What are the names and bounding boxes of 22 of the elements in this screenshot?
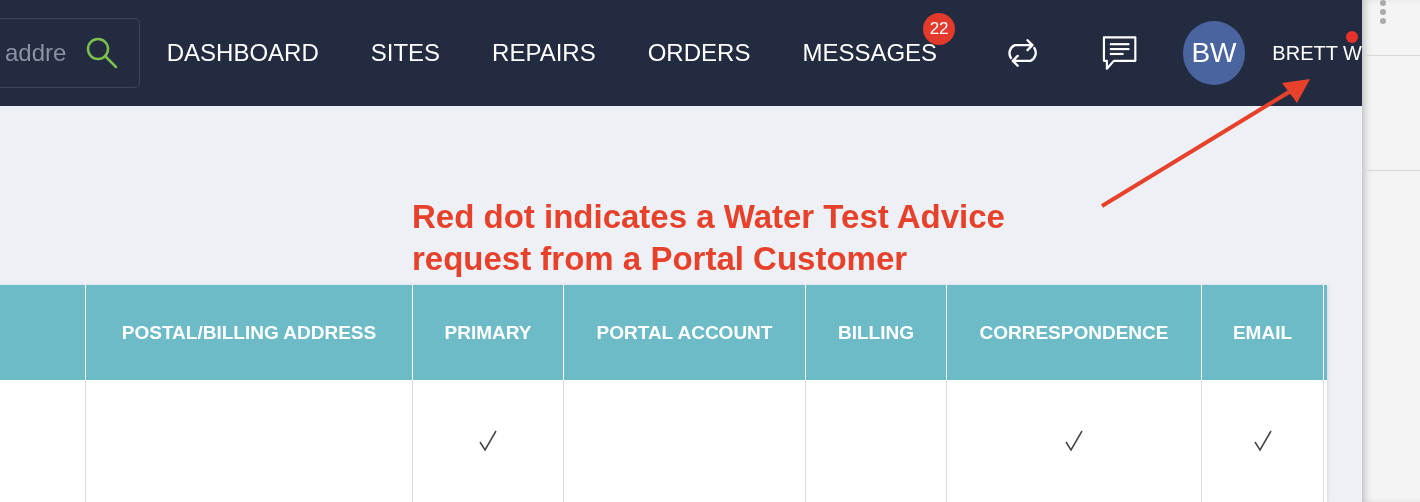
chat-icon[interactable]: [1101, 34, 1139, 72]
count-badge: 22: [923, 13, 956, 45]
search-box[interactable]: addre: [0, 18, 140, 88]
user-avatar[interactable]: BW: [1182, 21, 1246, 85]
column-header: PORTAL ACCOUNT: [564, 285, 806, 380]
checkmark-icon: [1065, 430, 1083, 452]
column-header: CORRESPONDENCE: [947, 285, 1202, 380]
annotation-text: request from a Portal Customer: [412, 239, 909, 279]
search-icon[interactable]: [85, 36, 119, 70]
user-name[interactable]: BRETT W: [1272, 41, 1362, 65]
column-header: POSTAL/BILLING ADDRESS: [86, 285, 413, 380]
checkmark-icon: [479, 430, 497, 452]
annotation-text: Red dot indicates a Water Test Advice: [412, 197, 1005, 237]
nav-link[interactable]: SITES: [370, 39, 441, 66]
column-header: EMAIL: [1202, 285, 1324, 380]
column-header: PRIMARY: [413, 285, 564, 380]
column-header: BILLING: [806, 285, 947, 380]
nav-link[interactable]: DASHBOARD: [166, 39, 319, 66]
search-input[interactable]: addre: [5, 39, 79, 67]
nav-link[interactable]: ORDERS: [647, 39, 751, 66]
checkmark-icon: [1253, 430, 1272, 452]
nav-link[interactable]: REPAIRS: [492, 39, 596, 66]
